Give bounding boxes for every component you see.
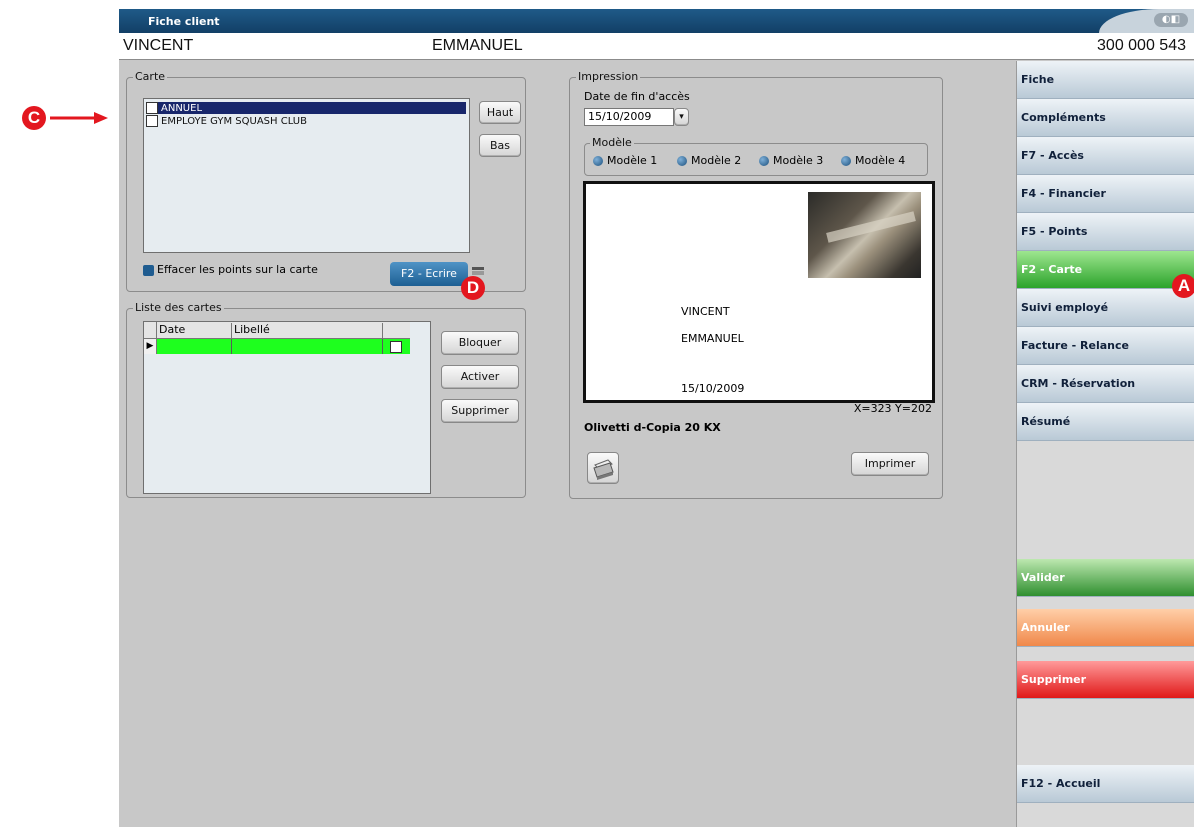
model-radio-label: Modèle 3: [773, 154, 824, 167]
annotation-marker-d: D: [461, 276, 485, 300]
table-row[interactable]: ▶: [144, 339, 410, 354]
validate-button[interactable]: Valider: [1017, 559, 1194, 597]
print-legend: Impression: [576, 70, 641, 83]
annotation-marker-c: C: [22, 106, 46, 130]
preview-date: 15/10/2009: [681, 382, 745, 395]
sidebar-item-invoice[interactable]: Facture - Relance: [1017, 327, 1194, 365]
radio-icon[interactable]: [759, 156, 769, 166]
list-item-label: EMPLOYE GYM SQUASH CLUB: [161, 116, 307, 127]
radio-selected-icon[interactable]: [593, 156, 603, 166]
client-last-name: VINCENT: [123, 37, 194, 54]
card-list-group: Liste des cartes Date Libellé ▶ Bloquer …: [126, 301, 526, 498]
column-header-label[interactable]: Libellé: [232, 323, 383, 338]
card-list-legend: Liste des cartes: [133, 301, 224, 314]
client-window: Fiche client ◐◧ VINCENT EMMANUEL 300 000…: [119, 9, 1194, 827]
model-legend: Modèle: [590, 136, 634, 149]
printer-settings-icon[interactable]: [587, 452, 619, 484]
client-photo: [808, 192, 921, 278]
delete-button[interactable]: Supprimer: [1017, 661, 1194, 699]
end-date-value: 15/10/2009: [588, 110, 652, 123]
card-preview: VINCENT EMMANUEL 15/10/2009: [583, 181, 935, 403]
erase-points-option[interactable]: Effacer les points sur la carte: [143, 263, 318, 276]
block-button[interactable]: Bloquer: [441, 331, 519, 355]
printer-icon: [593, 459, 614, 480]
cell-label: [232, 339, 383, 354]
checkbox-icon[interactable]: [146, 115, 158, 127]
end-date-label: Date de fin d'accès: [584, 90, 690, 103]
list-item-label: ANNUEL: [161, 103, 203, 114]
model-radio-label: Modèle 1: [607, 154, 658, 167]
client-first-name: EMMANUEL: [432, 37, 523, 54]
photo-highlight: [826, 211, 916, 243]
model-group: Modèle Modèle 1 Modèle 2 Modèle 3 Modèle…: [584, 136, 928, 176]
model-radio-2[interactable]: Modèle 2: [677, 154, 741, 167]
cancel-button[interactable]: Annuler: [1017, 609, 1194, 647]
print-button[interactable]: Imprimer: [851, 452, 929, 476]
preview-last-name: VINCENT: [681, 305, 730, 318]
print-group: Impression Date de fin d'accès 15/10/200…: [569, 70, 943, 499]
erase-points-label: Effacer les points sur la carte: [157, 263, 318, 276]
sidebar-item-card[interactable]: F2 - Carte: [1017, 251, 1194, 289]
sidebar-item-financial[interactable]: F4 - Financier: [1017, 175, 1194, 213]
carte-group: Carte ✓ ANNUEL EMPLOYE GYM SQUASH CLUB Ha…: [126, 70, 526, 300]
sidebar-item-fiche[interactable]: Fiche: [1017, 61, 1194, 99]
table-header: Date Libellé: [144, 322, 410, 339]
title-bar: Fiche client ◐◧: [119, 9, 1194, 33]
radio-icon[interactable]: [677, 156, 687, 166]
model-radio-label: Modèle 4: [855, 154, 906, 167]
annotation-marker-a: A: [1172, 274, 1194, 298]
sidebar-item-complements[interactable]: Compléments: [1017, 99, 1194, 137]
move-down-button[interactable]: Bas: [479, 134, 521, 157]
window-title: Fiche client: [148, 15, 220, 28]
delete-card-button[interactable]: Supprimer: [441, 399, 519, 423]
card-printer-icon: [472, 267, 484, 275]
activate-button[interactable]: Activer: [441, 365, 519, 389]
window-controls-icon[interactable]: ◐◧: [1154, 13, 1188, 27]
printer-name: Olivetti d-Copia 20 KX: [584, 421, 721, 434]
card-list-table[interactable]: Date Libellé ▶: [143, 321, 431, 494]
checkbox-checked-icon[interactable]: ✓: [146, 102, 158, 114]
chevron-down-icon[interactable]: ▾: [674, 108, 689, 126]
annotation-arrow-icon: [50, 112, 108, 124]
card-type-list[interactable]: ✓ ANNUEL EMPLOYE GYM SQUASH CLUB: [143, 98, 470, 253]
client-number: 300 000 543: [1097, 37, 1186, 54]
column-header-date[interactable]: Date: [157, 323, 232, 338]
row-pointer-icon: ▶: [144, 339, 157, 354]
client-header: VINCENT EMMANUEL 300 000 543: [119, 33, 1194, 60]
row-selector-header: [144, 322, 157, 338]
checkbox-icon[interactable]: [143, 264, 154, 276]
model-radio-1[interactable]: Modèle 1: [593, 154, 657, 167]
coordinates-readout: X=323 Y=202: [853, 402, 932, 415]
sidebar-item-summary[interactable]: Résumé: [1017, 403, 1194, 441]
cell-date: [157, 339, 232, 354]
move-up-button[interactable]: Haut: [479, 101, 521, 124]
sidebar-item-employee[interactable]: Suivi employé: [1017, 289, 1194, 327]
model-radio-3[interactable]: Modèle 3: [759, 154, 823, 167]
home-button[interactable]: F12 - Accueil: [1017, 765, 1194, 803]
model-radio-4[interactable]: Modèle 4: [841, 154, 905, 167]
column-header-check: [383, 323, 407, 338]
sidebar-item-access[interactable]: F7 - Accès: [1017, 137, 1194, 175]
write-card-button[interactable]: F2 - Ecrire: [390, 262, 468, 286]
list-item[interactable]: ✓ ANNUEL: [146, 102, 466, 114]
sidebar: Fiche Compléments F7 - Accès F4 - Financ…: [1016, 61, 1194, 827]
sidebar-item-points[interactable]: F5 - Points: [1017, 213, 1194, 251]
preview-first-name: EMMANUEL: [681, 332, 744, 345]
carte-legend: Carte: [133, 70, 168, 83]
list-item[interactable]: EMPLOYE GYM SQUASH CLUB: [146, 115, 466, 127]
model-radio-label: Modèle 2: [691, 154, 742, 167]
end-date-picker[interactable]: 15/10/2009: [584, 108, 674, 126]
radio-icon[interactable]: [841, 156, 851, 166]
sidebar-item-crm[interactable]: CRM - Réservation: [1017, 365, 1194, 403]
row-checkbox-icon[interactable]: [390, 341, 402, 353]
